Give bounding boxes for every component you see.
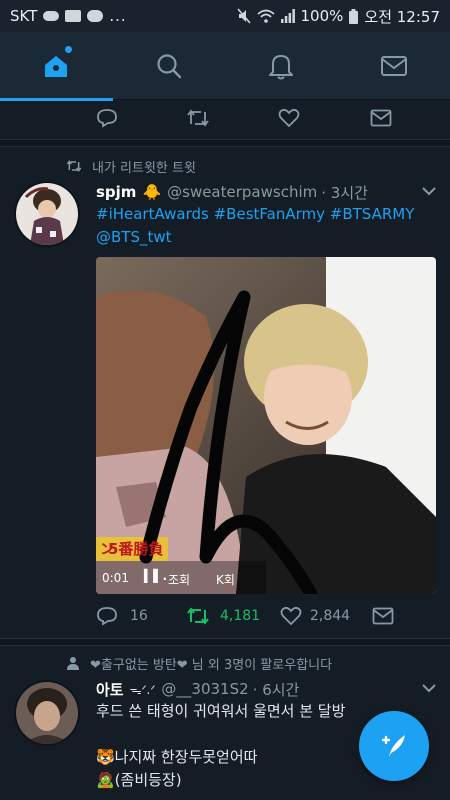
divider — [0, 139, 450, 147]
talk-icon — [87, 10, 104, 22]
video-duration: 0:01 — [102, 571, 129, 585]
bell-icon — [269, 54, 294, 79]
prev-dm-button[interactable] — [370, 109, 392, 131]
timeline[interactable]: 내가 리트윗한 트윗 spjm 🐥 @sweaterpawschim · 3시간… — [0, 101, 450, 800]
avatar[interactable] — [14, 680, 80, 746]
tweet-mention[interactable]: @BTS_twt — [96, 226, 436, 249]
retweet-button[interactable]: 4,181 — [186, 606, 280, 626]
retweet-count: 4,181 — [220, 608, 261, 624]
retweet-context: 내가 리트윗한 트윗 — [0, 151, 450, 181]
tweet-hashtags[interactable]: #iHeartAwards #BestFanArmy #BTSARMY — [96, 203, 436, 226]
prev-tweet-actions — [0, 101, 450, 139]
views-label: 조회 — [168, 573, 191, 587]
handle[interactable]: @sweaterpawschim — [167, 183, 317, 201]
timestamp: · 3시간 — [321, 183, 368, 202]
video-overlay-text: 5番勝負 — [108, 540, 164, 558]
clock: 오전 12:57 — [364, 7, 440, 26]
dm-button[interactable] — [372, 607, 394, 625]
divider — [0, 638, 450, 646]
signal-icon — [280, 9, 295, 23]
reply-count: 16 — [130, 608, 148, 624]
more-notifications: ... — [109, 7, 127, 25]
tweet-header: 아토 ᯓᐟ.ᐟ @__3031S2 · 6시간 — [96, 678, 436, 700]
compose-tweet-button[interactable] — [359, 711, 429, 781]
retweet-context-text: 내가 리트윗한 트윗 — [92, 160, 196, 176]
mail-icon — [370, 109, 392, 127]
prev-retweet-button[interactable] — [186, 108, 278, 132]
battery-icon — [349, 8, 359, 24]
tab-notifications[interactable] — [225, 32, 338, 100]
tweet-video[interactable]: ン 5番勝負 0:01 ▍▌. 조회 K회 — [96, 257, 436, 594]
home-icon — [45, 55, 68, 77]
follow-context-text: ❤출구없는 방탄❤ 님 외 3명이 팔로우합니다 — [90, 657, 333, 673]
like-count: 2,844 — [310, 608, 351, 624]
retweet-icon — [66, 160, 82, 172]
follow-context: ❤출구없는 방탄❤ 님 외 3명이 팔로우합니다 — [0, 648, 450, 678]
status-bar: SKT ... 100% 오전 12:57 — [0, 0, 450, 32]
retweet-icon — [187, 607, 209, 625]
retweet-icon — [187, 109, 209, 127]
display-name[interactable]: 아토 — [96, 679, 124, 700]
tab-home[interactable] — [0, 32, 113, 101]
heart-icon — [278, 108, 300, 128]
reply-icon — [97, 607, 117, 626]
carrier-label: SKT — [10, 7, 38, 25]
mail-icon — [372, 607, 394, 625]
wifi-icon — [256, 9, 275, 23]
compose-icon — [381, 735, 405, 757]
reply-button[interactable]: 16 — [96, 606, 186, 626]
mute-icon — [236, 8, 251, 24]
prev-reply-button[interactable] — [96, 108, 186, 132]
timestamp: · 6시간 — [252, 680, 300, 699]
chick-emoji: 🐥 — [142, 183, 162, 201]
tweet-header: spjm 🐥 @sweaterpawschim · 3시간 — [96, 181, 436, 203]
tab-search[interactable] — [113, 32, 226, 100]
search-icon — [157, 53, 181, 78]
prev-like-button[interactable] — [278, 108, 370, 132]
chevron-down-icon[interactable] — [422, 184, 436, 200]
tab-bar — [0, 32, 450, 101]
tweet-actions: 16 4,181 2,844 — [96, 594, 436, 638]
tweet[interactable]: spjm 🐥 @sweaterpawschim · 3시간 #iHeartAwa… — [0, 181, 450, 638]
like-button[interactable]: 2,844 — [280, 606, 372, 626]
new-tweets-dot — [65, 45, 73, 53]
person-icon — [67, 657, 79, 670]
reply-icon — [97, 109, 117, 128]
handle[interactable]: @__3031S2 — [161, 680, 248, 698]
chevron-down-icon[interactable] — [422, 681, 436, 697]
battery-percent: 100% — [300, 7, 344, 25]
heart-icon — [280, 606, 302, 626]
avatar[interactable] — [14, 181, 80, 247]
image-icon — [65, 10, 82, 22]
cloud-icon — [43, 11, 60, 21]
views-icon: ▍▌. — [144, 569, 168, 583]
display-name[interactable]: spjm — [96, 183, 136, 201]
mail-icon — [380, 55, 407, 76]
tab-messages[interactable] — [338, 32, 450, 100]
name-decoration: ᯓᐟ.ᐟ — [129, 682, 156, 697]
views-count-suffix: K회 — [216, 573, 235, 587]
